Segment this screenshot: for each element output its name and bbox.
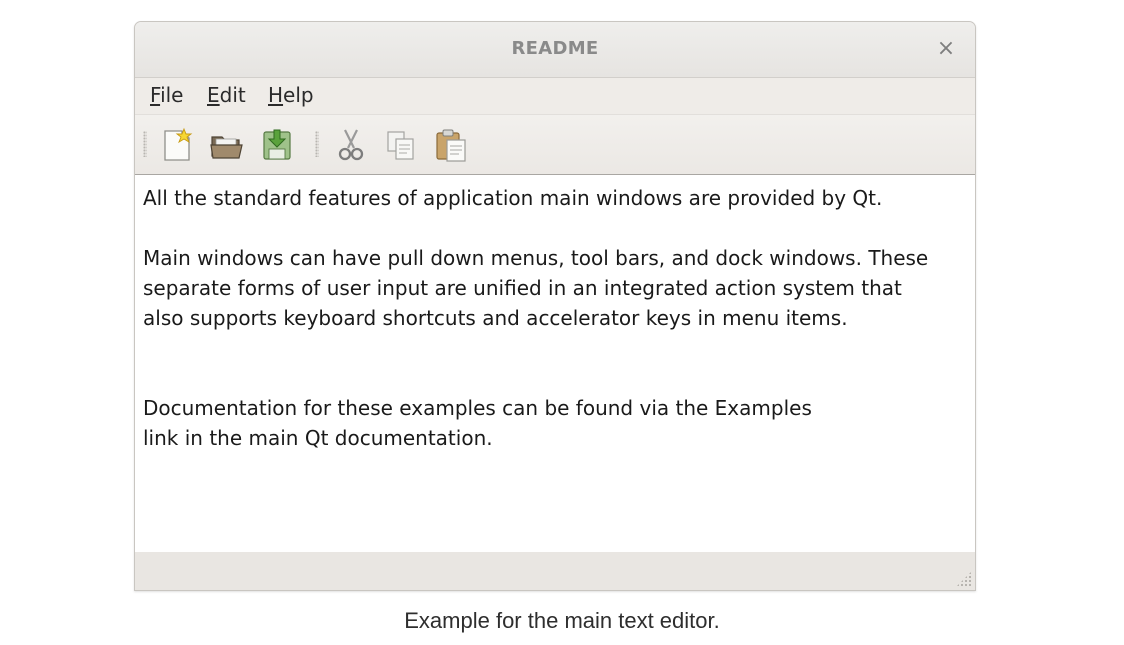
- menu-edit-mnemonic: E: [207, 83, 220, 107]
- tool-bar: [135, 114, 975, 175]
- menu-edit[interactable]: Edit: [207, 83, 246, 107]
- copy-icon[interactable]: [383, 127, 419, 163]
- menu-help-label: elp: [283, 83, 314, 107]
- cut-icon[interactable]: [333, 127, 369, 163]
- menu-help[interactable]: Help: [268, 83, 314, 107]
- paste-icon[interactable]: [433, 127, 469, 163]
- toolbar-grip-file[interactable]: [143, 131, 147, 157]
- figure-caption: Example for the main text editor.: [404, 608, 720, 633]
- menu-edit-label: dit: [219, 83, 246, 107]
- menu-help-mnemonic: H: [268, 83, 284, 107]
- application-window: README × File Edit Help All the standard…: [134, 21, 976, 591]
- status-bar: [135, 552, 975, 590]
- title-bar[interactable]: README ×: [135, 22, 975, 78]
- editor-paragraph: Documentation for these examples can be …: [143, 396, 812, 450]
- text-editor[interactable]: All the standard features of application…: [135, 174, 975, 553]
- close-icon[interactable]: ×: [935, 34, 957, 64]
- menu-file-mnemonic: F: [150, 83, 161, 107]
- save-icon[interactable]: [259, 127, 295, 163]
- editor-paragraph: All the standard features of application…: [143, 186, 883, 210]
- menu-file[interactable]: File: [150, 83, 183, 107]
- new-file-icon[interactable]: [159, 127, 195, 163]
- menu-file-label: ile: [160, 83, 184, 107]
- menu-bar: File Edit Help: [135, 78, 975, 114]
- toolbar-grip-edit[interactable]: [315, 131, 319, 157]
- window-title: README: [511, 38, 599, 59]
- resize-grip-icon[interactable]: [956, 571, 972, 587]
- editor-paragraph: Main windows can have pull down menus, t…: [143, 246, 929, 330]
- open-folder-icon[interactable]: [209, 127, 245, 163]
